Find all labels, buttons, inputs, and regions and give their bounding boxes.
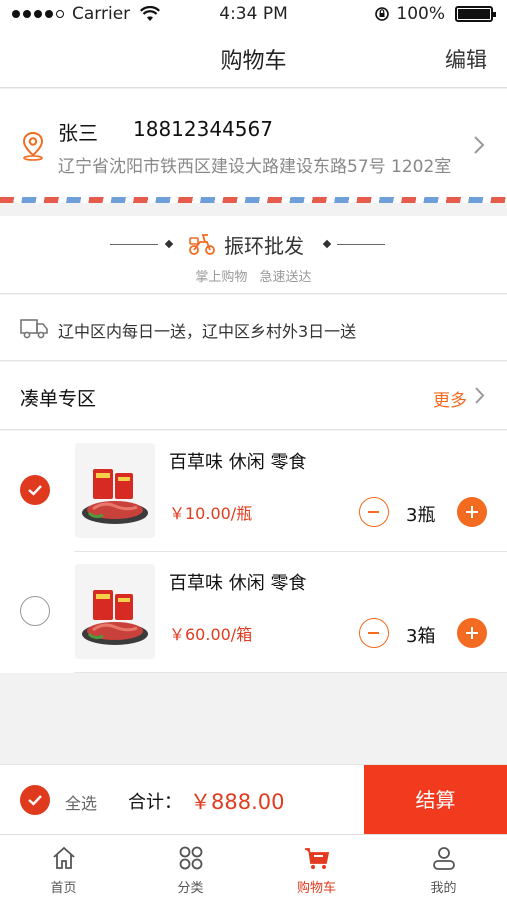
product-image[interactable] bbox=[75, 564, 155, 659]
airmail-border bbox=[0, 197, 507, 203]
recipient-phone: 18812344567 bbox=[133, 117, 273, 141]
chevron-right-icon[interactable] bbox=[474, 386, 485, 405]
product-photo bbox=[82, 469, 148, 524]
item-quantity: 3箱 bbox=[406, 626, 436, 647]
category-icon bbox=[179, 846, 202, 870]
cart-list: 百草味 休闲 零食 ￥10.00/瓶 3瓶 百草味 休闲 零食 ￥60.00/箱… bbox=[0, 431, 507, 673]
tab-category[interactable]: 分类 bbox=[127, 835, 254, 900]
cart-icon bbox=[304, 848, 329, 869]
page-title: 购物车 bbox=[220, 49, 287, 74]
tab-home[interactable]: 首页 bbox=[0, 835, 127, 900]
cart-item: 百草味 休闲 零食 ￥10.00/瓶 3瓶 bbox=[0, 431, 507, 552]
tab-bar: 首页 分类 购物车 我的 bbox=[0, 834, 507, 900]
checkmark-icon bbox=[28, 795, 42, 806]
tab-cart[interactable]: 购物车 bbox=[253, 835, 380, 900]
decrease-quantity-button[interactable] bbox=[359, 497, 389, 527]
location-pin-icon bbox=[22, 131, 44, 161]
select-all-label[interactable]: 全选 bbox=[65, 790, 97, 814]
tab-label: 我的 bbox=[430, 881, 457, 896]
user-icon bbox=[432, 847, 455, 870]
recipient-name: 张三 bbox=[58, 121, 98, 145]
select-all-checkbox[interactable] bbox=[20, 785, 50, 815]
item-quantity: 3瓶 bbox=[406, 505, 436, 526]
scooter-icon bbox=[189, 234, 215, 255]
tab-profile[interactable]: 我的 bbox=[380, 835, 507, 900]
brand-divider-right bbox=[337, 244, 385, 245]
item-title: 百草味 休闲 零食 bbox=[169, 573, 307, 594]
status-right: 100% bbox=[374, 4, 496, 24]
nav-bar: 购物车 编辑 bbox=[0, 30, 507, 88]
store-banner: 振环批发 掌上购物 急速送达 bbox=[0, 216, 507, 294]
total-amount: ￥888.00 bbox=[190, 790, 285, 814]
tab-label: 分类 bbox=[177, 881, 204, 896]
item-divider bbox=[74, 672, 507, 673]
home-icon bbox=[52, 846, 75, 869]
item-price: ￥60.00/箱 bbox=[169, 625, 253, 644]
battery-label: 100% bbox=[396, 4, 445, 24]
brand-diamond-left bbox=[164, 239, 174, 249]
checkout-button[interactable]: 结算 bbox=[364, 765, 507, 835]
truck-icon bbox=[20, 319, 48, 339]
edit-button[interactable]: 编辑 bbox=[445, 44, 487, 74]
store-slogan: 掌上购物 急速送达 bbox=[195, 270, 312, 285]
address-detail: 辽宁省沈阳市铁西区建设大路建设东路57号 1202室 bbox=[58, 157, 452, 177]
chevron-right-icon bbox=[474, 136, 485, 154]
status-bar: Carrier 4:34 PM 100% bbox=[0, 0, 507, 30]
address-card[interactable]: 张三 18812344567 辽宁省沈阳市铁西区建设大路建设东路57号 1202… bbox=[0, 89, 507, 203]
decrease-quantity-button[interactable] bbox=[359, 618, 389, 648]
section-title: 凑单专区 bbox=[20, 388, 97, 410]
product-image[interactable] bbox=[75, 443, 155, 538]
checkout-bar: 全选 合计： ￥888.00 结算 bbox=[0, 764, 507, 835]
product-photo bbox=[82, 590, 148, 645]
increase-quantity-button[interactable] bbox=[457, 497, 487, 527]
tab-label: 首页 bbox=[50, 881, 77, 896]
bundle-section-header: 凑单专区 更多 bbox=[0, 362, 507, 430]
store-name: 振环批发 bbox=[224, 234, 304, 258]
item-checkbox-unchecked[interactable] bbox=[20, 596, 50, 626]
item-checkbox-checked[interactable] bbox=[20, 475, 50, 505]
battery-icon bbox=[455, 6, 496, 22]
tab-label: 购物车 bbox=[296, 881, 336, 896]
orientation-lock-icon bbox=[375, 7, 390, 21]
checkmark-icon bbox=[28, 485, 42, 496]
cart-item: 百草味 休闲 零食 ￥60.00/箱 3箱 bbox=[0, 552, 507, 673]
item-title: 百草味 休闲 零食 bbox=[169, 452, 307, 473]
brand-divider-left bbox=[110, 244, 158, 245]
total-label: 合计： bbox=[128, 792, 182, 813]
brand-diamond-right bbox=[322, 239, 332, 249]
delivery-text: 辽中区内每日一送，辽中区乡村外3日一送 bbox=[58, 322, 357, 341]
delivery-info: 辽中区内每日一送，辽中区乡村外3日一送 bbox=[0, 295, 507, 361]
increase-quantity-button[interactable] bbox=[457, 618, 487, 648]
more-link[interactable]: 更多 bbox=[433, 386, 467, 411]
item-price: ￥10.00/瓶 bbox=[169, 504, 253, 523]
